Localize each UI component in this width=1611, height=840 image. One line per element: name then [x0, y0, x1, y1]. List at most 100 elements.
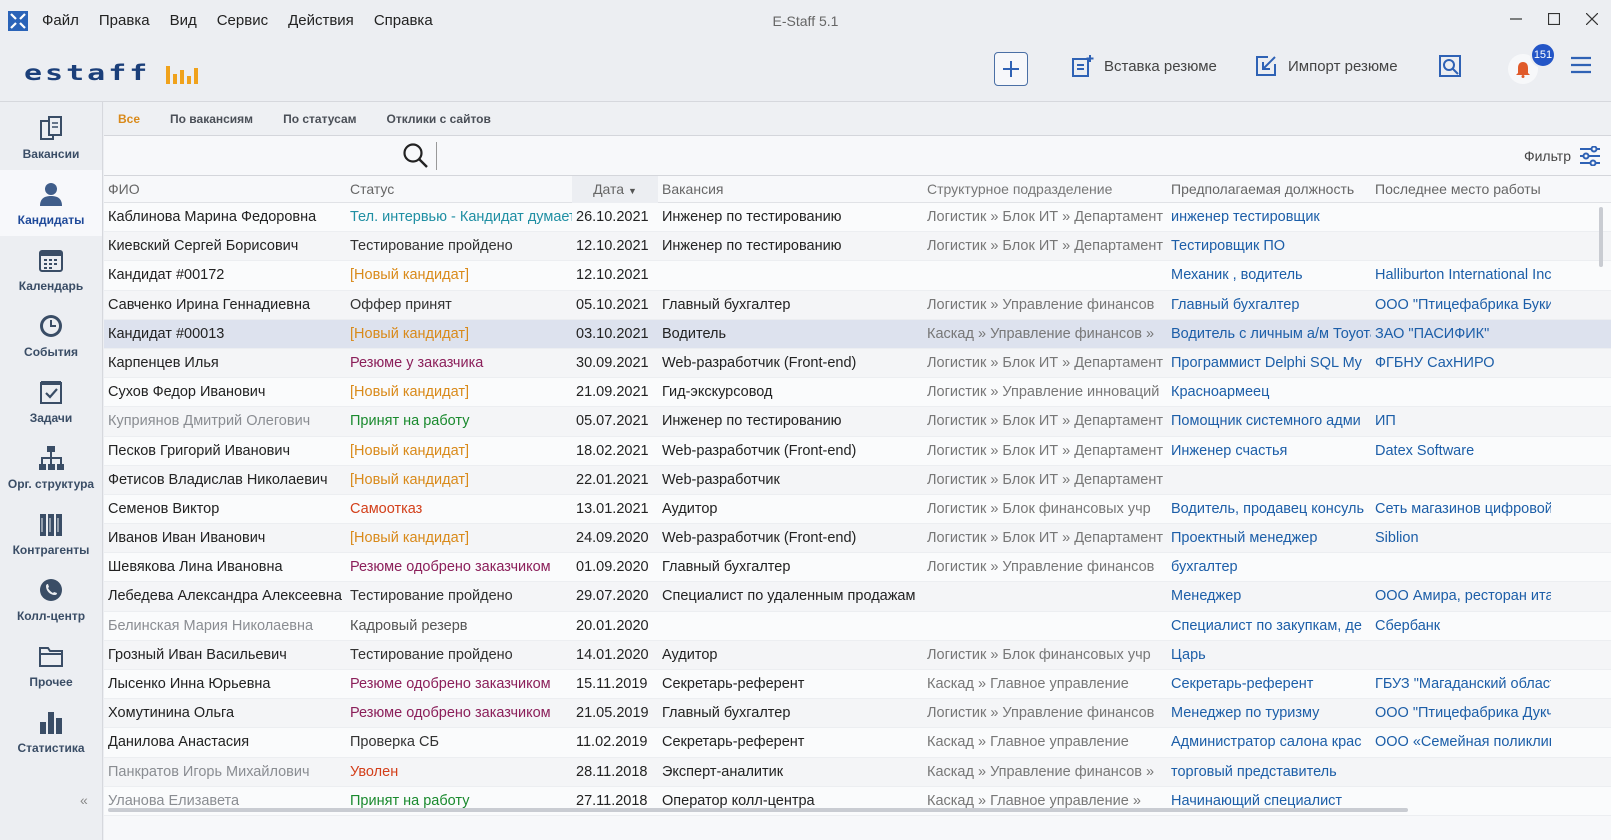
column-header-last-job[interactable]: Последнее место работы: [1371, 176, 1551, 203]
table-row[interactable]: Каблинова Марина Федоровна Тел. интервью …: [104, 203, 1611, 233]
cell-last-job[interactable]: Сеть магазинов цифровой: [1371, 495, 1551, 524]
table-row[interactable]: Кандидат #00013 [Новый кандидат] 03.10.202…: [104, 319, 1611, 349]
cell-position[interactable]: Инженер счастья: [1167, 437, 1371, 466]
tab-by-vacancies[interactable]: По вакансиям: [170, 112, 253, 126]
main-menu-button[interactable]: [1570, 56, 1592, 79]
table-row[interactable]: Грозный Иван Васильевич Тестирование прой…: [104, 640, 1611, 670]
horizontal-scrollbar[interactable]: [108, 808, 1408, 812]
filter-button[interactable]: Фильтр: [1524, 146, 1601, 166]
cell-last-job[interactable]: ЗАО "ПАСИФИК": [1371, 320, 1551, 349]
table-row[interactable]: Сухов Федор Иванович [Новый кандидат] 21.0…: [104, 378, 1611, 408]
cell-position[interactable]: Администратор салона крас: [1167, 728, 1371, 757]
sidebar-item-contractors[interactable]: Контрагенты: [0, 500, 102, 566]
menu-view[interactable]: Вид: [170, 12, 197, 29]
table-row[interactable]: Хомутинина Ольга Резюме одобрено заказчик…: [104, 699, 1611, 729]
cell-last-job[interactable]: Сбербанк: [1371, 612, 1551, 641]
table-row[interactable]: Кандидат #00172 [Новый кандидат] 12.10.202…: [104, 261, 1611, 291]
sidebar-item-candidates[interactable]: Кандидаты: [0, 170, 102, 236]
cell-position[interactable]: Водитель с личным а/м Тоуота: [1167, 320, 1371, 349]
column-header-vacancy[interactable]: Вакансия: [658, 176, 923, 203]
cell-position[interactable]: Проектный менеджер: [1167, 524, 1371, 553]
tab-by-statuses[interactable]: По статусам: [283, 112, 356, 126]
column-header-department[interactable]: Структурное подразделение: [923, 176, 1167, 203]
cell-last-job[interactable]: [1371, 641, 1551, 670]
cell-position[interactable]: Секретарь-референт: [1167, 670, 1371, 699]
cell-last-job[interactable]: [1371, 378, 1551, 407]
table-row[interactable]: Лебедева Александра Алексеевна Тестирован…: [104, 582, 1611, 612]
table-row[interactable]: Семенов Виктор Самоотказ 13.01.2021 Аудитор…: [104, 494, 1611, 525]
cell-position[interactable]: Менеджер: [1167, 582, 1371, 611]
cell-last-job[interactable]: ООО "Птицефабрика Дукч: [1371, 699, 1551, 728]
search-icon[interactable]: [402, 142, 430, 170]
table-row[interactable]: Песков Григорий Иванович [Новый кандидат]…: [104, 436, 1611, 466]
table-row[interactable]: Шевякова Лина Ивановна Резюме одобрено за…: [104, 553, 1611, 583]
table-row[interactable]: Савченко Ирина Геннадиевна Оффер принят 05…: [104, 290, 1611, 320]
cell-position[interactable]: [1167, 466, 1371, 495]
cell-last-job[interactable]: ФГБНУ СахНИРО: [1371, 349, 1551, 378]
cell-last-job[interactable]: [1371, 553, 1551, 582]
menu-file[interactable]: Файл: [42, 12, 79, 29]
cell-last-job[interactable]: [1371, 466, 1551, 495]
minimize-button[interactable]: [1497, 6, 1535, 32]
menu-service[interactable]: Сервис: [217, 12, 268, 29]
cell-last-job[interactable]: Datex Software: [1371, 437, 1551, 466]
cell-position[interactable]: Водитель, продавец консуль: [1167, 495, 1371, 524]
collapse-sidebar-icon[interactable]: «: [80, 792, 88, 808]
cell-position[interactable]: Менеджер по туризму: [1167, 699, 1371, 728]
sidebar-item-tasks[interactable]: Задачи: [0, 368, 102, 434]
maximize-button[interactable]: [1535, 6, 1573, 32]
table-row[interactable]: Панкратов Игорь Михайлович Уволен 28.11.20…: [104, 757, 1611, 787]
table-row[interactable]: Куприянов Дмитрий Олегович Принят на рабо…: [104, 407, 1611, 437]
cell-position[interactable]: Тестировщик ПО: [1167, 232, 1371, 261]
cell-position[interactable]: Помощник системного адми: [1167, 407, 1371, 436]
cell-last-job[interactable]: ООО «Семейная поликлин: [1371, 728, 1551, 757]
sidebar-item-other[interactable]: Прочее: [0, 632, 102, 698]
search-bar[interactable]: Фильтр: [104, 136, 1611, 176]
cell-last-job[interactable]: [1371, 758, 1551, 787]
close-button[interactable]: [1573, 6, 1611, 32]
tab-site-responses[interactable]: Отклики с сайтов: [387, 112, 491, 126]
table-row[interactable]: Киевский Сергей Борисович Тестирование пр…: [104, 232, 1611, 262]
tab-all[interactable]: Все: [118, 112, 140, 126]
cell-position[interactable]: торговый представитель: [1167, 758, 1371, 787]
cell-position[interactable]: Механик , водитель: [1167, 261, 1371, 290]
sidebar-item-vacancies[interactable]: Вакансии: [0, 104, 102, 170]
menu-edit[interactable]: Правка: [99, 12, 150, 29]
cell-position[interactable]: Главный бухгалтер: [1167, 291, 1371, 320]
cell-last-job[interactable]: ООО Амира, ресторан ита: [1371, 582, 1551, 611]
add-button[interactable]: [994, 52, 1028, 86]
sidebar-item-events[interactable]: События: [0, 302, 102, 368]
import-resume-button[interactable]: Импорт резюме: [1254, 54, 1398, 78]
column-header-name[interactable]: ФИО: [104, 176, 346, 203]
cell-position[interactable]: Царь: [1167, 641, 1371, 670]
cell-last-job[interactable]: Siblion: [1371, 524, 1551, 553]
cell-position[interactable]: бухгалтер: [1167, 553, 1371, 582]
cell-last-job[interactable]: ИП: [1371, 407, 1551, 436]
search-resume-button[interactable]: [1438, 54, 1462, 83]
vertical-scrollbar[interactable]: [1599, 207, 1603, 267]
cell-last-job[interactable]: [1371, 203, 1551, 232]
cell-last-job[interactable]: [1371, 232, 1551, 261]
column-header-status[interactable]: Статус: [346, 176, 572, 203]
sidebar-item-statistics[interactable]: Статистика: [0, 698, 102, 764]
insert-resume-button[interactable]: Вставка резюме: [1070, 54, 1217, 78]
cell-position[interactable]: Программист Delphi SQL My: [1167, 349, 1371, 378]
sidebar-item-calendar[interactable]: Календарь: [0, 236, 102, 302]
cell-position[interactable]: Специалист по закупкам, де: [1167, 612, 1371, 641]
sidebar-item-org-structure[interactable]: Орг. структура: [0, 434, 102, 500]
column-header-position[interactable]: Предполагаемая должность: [1167, 176, 1371, 203]
table-row[interactable]: Фетисов Владислав Николаевич [Новый канди…: [104, 465, 1611, 495]
menu-actions[interactable]: Действия: [288, 12, 354, 29]
menu-help[interactable]: Справка: [374, 12, 433, 29]
cell-last-job[interactable]: ГБУЗ "Магаданский област: [1371, 670, 1551, 699]
cell-last-job[interactable]: ООО "Птицефабрика Букин: [1371, 291, 1551, 320]
cell-last-job[interactable]: Halliburton International Inc: [1371, 261, 1551, 290]
table-row[interactable]: Лысенко Инна Юрьевна Резюме одобрено зака…: [104, 670, 1611, 700]
cell-position[interactable]: Красноармеец: [1167, 378, 1371, 407]
table-row[interactable]: Карпенцев Илья Резюме у заказчика 30.09.20…: [104, 348, 1611, 379]
sidebar-item-call-center[interactable]: Колл-центр: [0, 566, 102, 632]
table-row[interactable]: Иванов Иван Иванович [Новый кандидат] 24.0…: [104, 524, 1611, 554]
table-row[interactable]: Белинская Мария Николаевна Кадровый резер…: [104, 611, 1611, 641]
column-header-date[interactable]: Дата ▼: [572, 176, 658, 203]
cell-position[interactable]: инженер тестировщик: [1167, 203, 1371, 232]
